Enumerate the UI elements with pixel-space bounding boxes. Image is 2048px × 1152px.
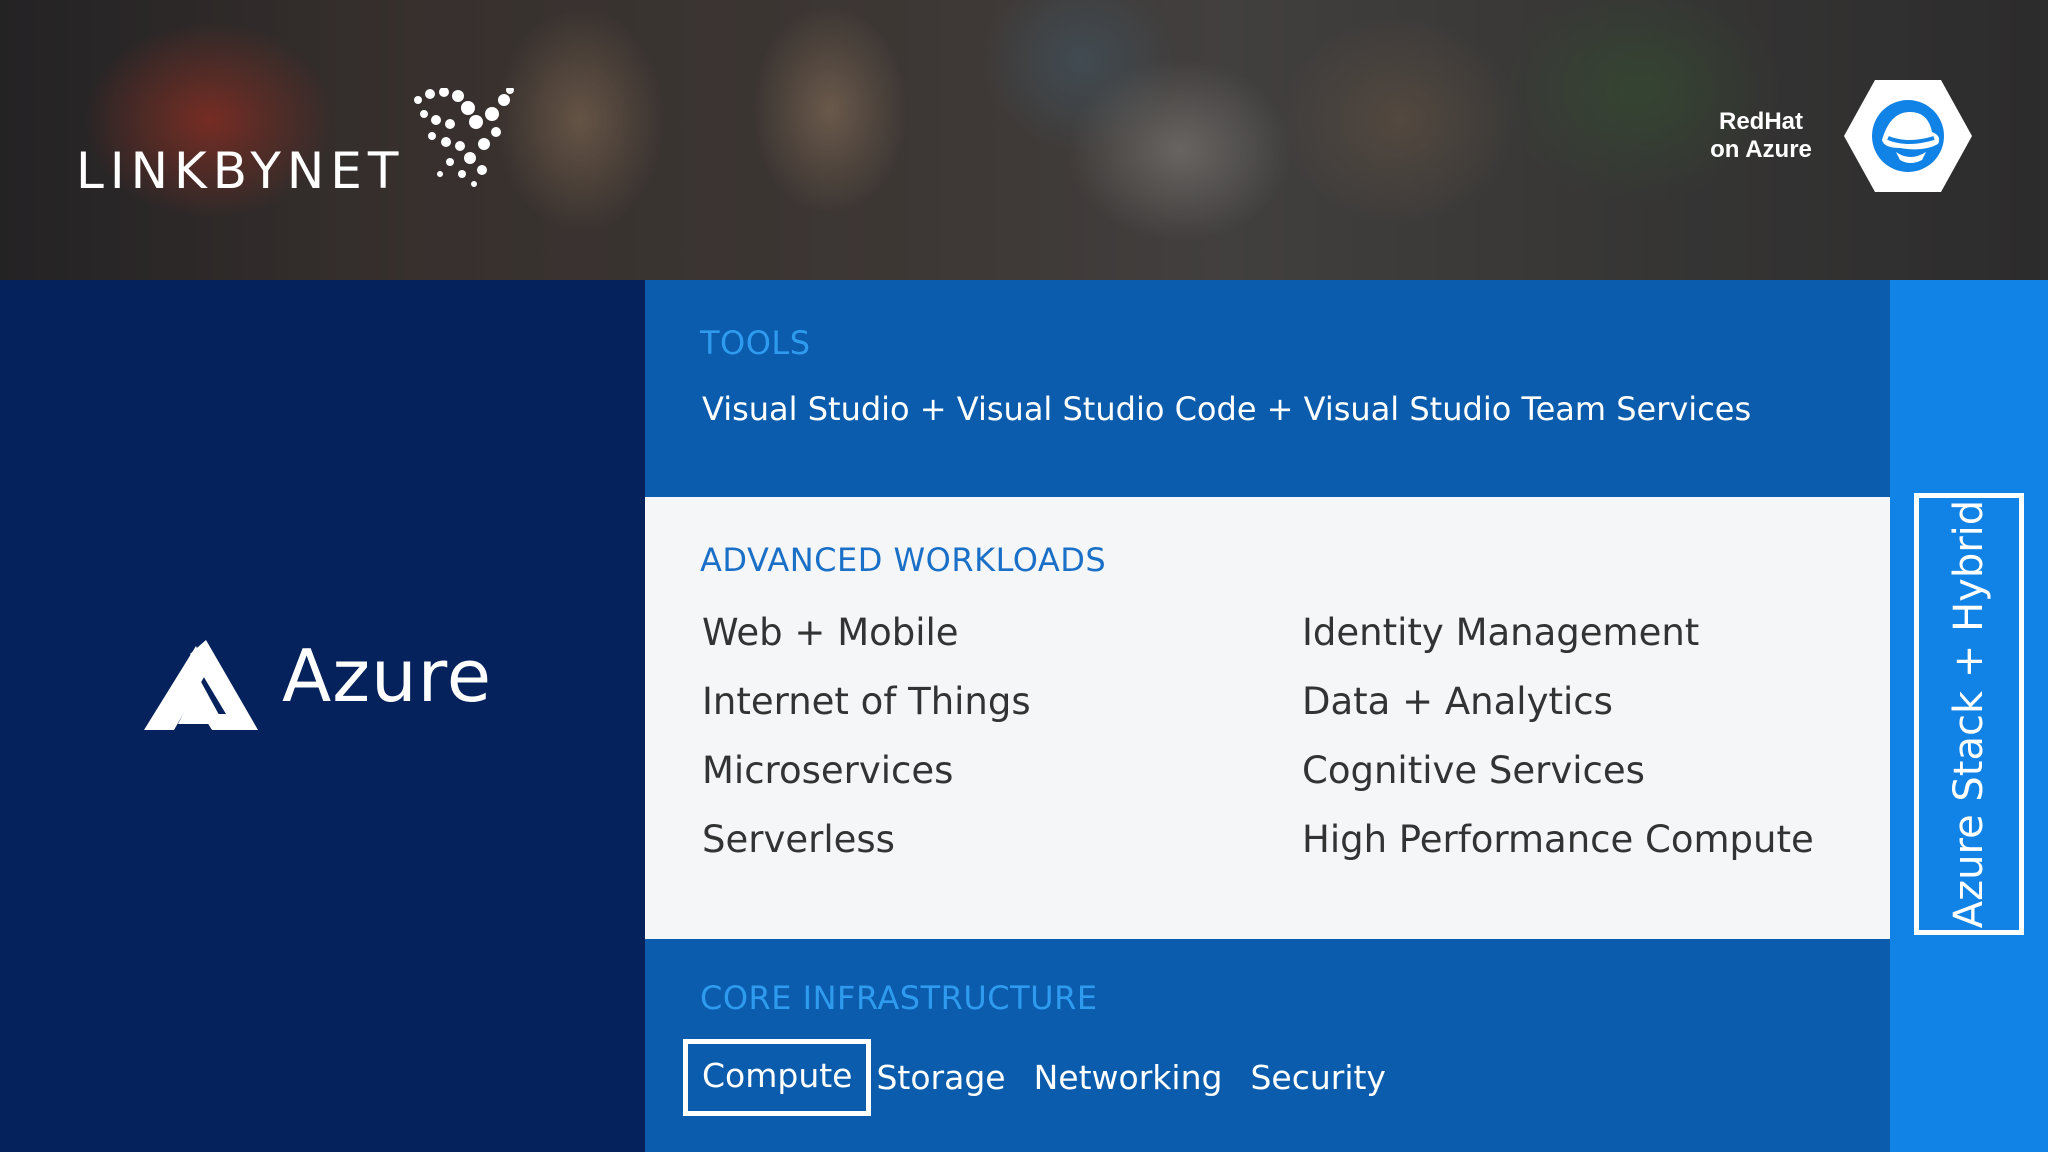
tools-list: Visual Studio + Visual Studio Code + Vis… [702, 390, 1752, 428]
linkbynet-wordmark: LINKBYNET [76, 142, 405, 200]
workload-item: Serverless [702, 818, 895, 861]
linkbynet-dots-icon [414, 88, 514, 187]
core-infrastructure-section: CORE INFRASTRUCTURE Compute Storage Netw… [645, 939, 1890, 1152]
azure-logo-icon [144, 640, 258, 730]
core-item-storage[interactable]: Storage [876, 1058, 1005, 1097]
tools-section: TOOLS Visual Studio + Visual Studio Code… [645, 280, 1890, 497]
workloads-title: ADVANCED WORKLOADS [700, 541, 1107, 579]
azure-panel: Azure [0, 280, 645, 1152]
workload-item: Web + Mobile [702, 611, 959, 654]
core-item-security[interactable]: Security [1250, 1058, 1386, 1097]
redhat-on-azure-label: RedHat on Azure [1700, 108, 1822, 164]
core-items: Compute Storage Networking Security [682, 1039, 1414, 1116]
core-item-compute[interactable]: Compute [682, 1039, 872, 1116]
workload-item: Data + Analytics [1302, 680, 1613, 723]
advanced-workloads-section: ADVANCED WORKLOADS Web + Mobile Internet… [645, 497, 1890, 939]
workloads-right-column: Identity Management Data + Analytics Cog… [1302, 611, 1814, 887]
tools-title: TOOLS [700, 324, 811, 362]
redhat-logo-icon [1844, 80, 1972, 192]
azure-title: Azure [282, 634, 492, 718]
slide: LINKBYNET RedHat on Azure Azure TOOLS Vi… [0, 0, 2048, 1152]
workload-item: Internet of Things [702, 680, 1031, 723]
hybrid-label: Azure Stack + Hybrid [1946, 499, 1992, 929]
hybrid-box[interactable]: Azure Stack + Hybrid [1914, 493, 2024, 935]
workload-item: High Performance Compute [1302, 818, 1814, 861]
workloads-left-column: Web + Mobile Internet of Things Microser… [702, 611, 1031, 887]
core-title: CORE INFRASTRUCTURE [700, 979, 1098, 1017]
hybrid-column: Azure Stack + Hybrid [1890, 280, 2048, 1152]
workload-item: Identity Management [1302, 611, 1700, 654]
workload-item: Cognitive Services [1302, 749, 1645, 792]
redhat-label-line1: RedHat [1718, 108, 1803, 135]
redhat-label-line2: on Azure [1710, 136, 1812, 163]
core-item-networking[interactable]: Networking [1034, 1058, 1223, 1097]
workload-item: Microservices [702, 749, 954, 792]
